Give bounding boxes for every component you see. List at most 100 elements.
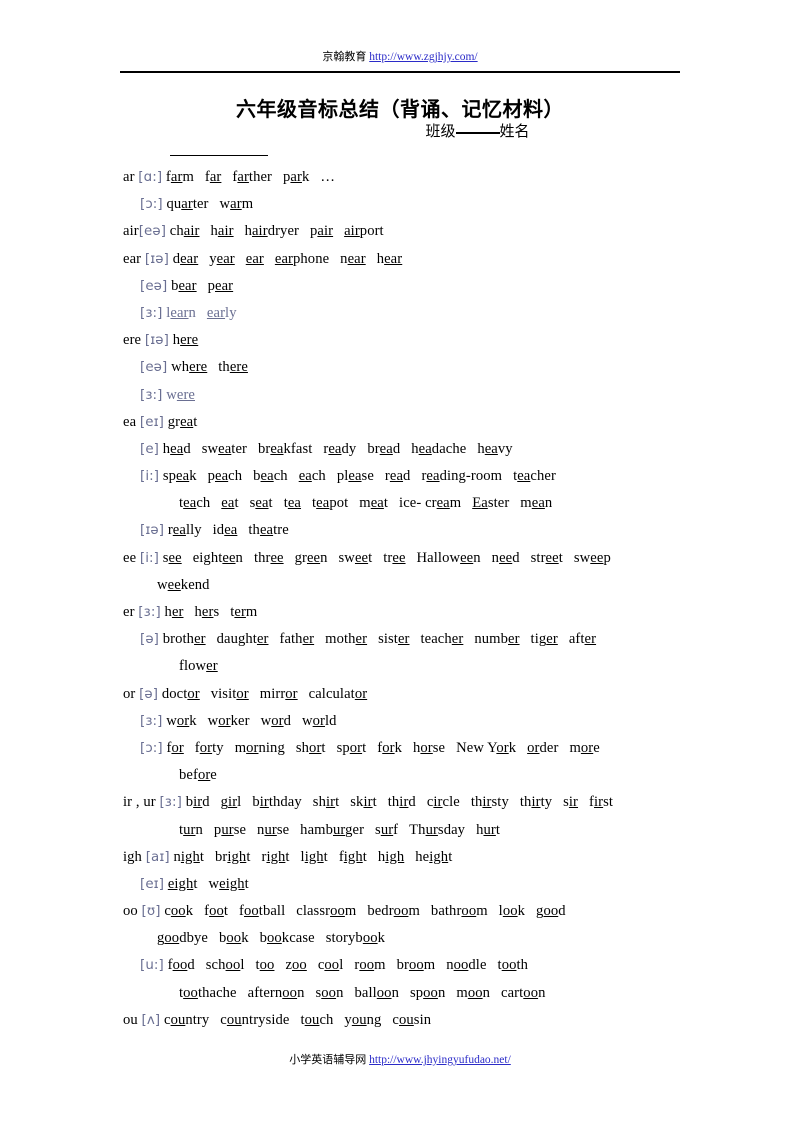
word-underlined-grapheme: ar xyxy=(230,196,242,213)
header-url-link[interactable]: http://www.zgjhjy.com/ xyxy=(369,51,477,63)
word-prefix: m xyxy=(234,739,247,756)
word-underlined-grapheme: ear xyxy=(384,250,403,267)
word-suffix: k xyxy=(394,739,402,756)
word-underlined-grapheme: oo xyxy=(376,984,392,1001)
example-word: hear xyxy=(377,251,403,267)
example-word: girl xyxy=(221,794,242,810)
phonics-line: turn purse nurse hamburger surf Thursday hurt xyxy=(123,817,693,844)
example-word: hamburger xyxy=(300,822,364,838)
word-prefix: b xyxy=(259,930,267,947)
word-underlined-grapheme: ea xyxy=(170,440,184,457)
word-underlined-grapheme: er xyxy=(508,631,520,648)
word-underlined-grapheme: ere xyxy=(189,359,208,376)
phonics-line: ear [ɪə] dear year ear earphone near hear xyxy=(123,246,693,273)
word-underlined-grapheme: or xyxy=(187,685,200,702)
word-underlined-grapheme: ar xyxy=(237,169,249,185)
word-underlined-grapheme: or xyxy=(382,739,395,756)
phonics-line: [e] head sweater breakfast ready bread headac… xyxy=(123,436,693,463)
word-underlined-grapheme: or xyxy=(309,739,322,756)
example-word: word xyxy=(261,713,291,729)
phonetic-symbol: [eɪ] xyxy=(140,876,165,892)
word-underlined-grapheme: ee xyxy=(499,549,513,566)
word-underlined-grapheme: ea xyxy=(418,440,432,457)
word-prefix: th xyxy=(519,794,532,811)
word-prefix: Hallow xyxy=(416,549,461,566)
word-underlined-grapheme: igh xyxy=(385,848,405,865)
word-prefix: broth xyxy=(162,631,195,648)
phonics-line: flower xyxy=(123,653,693,680)
phonics-line: ou [ʌ] country countryside touch young cousi… xyxy=(123,1007,693,1034)
example-word: thirsty xyxy=(471,794,509,810)
example-word: short xyxy=(296,740,326,756)
word-suffix: t xyxy=(268,495,273,512)
phonetic-symbol: [u:] xyxy=(140,958,164,974)
example-word: bathroom xyxy=(431,903,488,919)
word-suffix: st xyxy=(603,794,614,811)
class-blank-field[interactable] xyxy=(455,132,500,134)
word-prefix: w xyxy=(166,712,177,729)
word-suffix: m xyxy=(476,903,488,920)
example-word: world xyxy=(302,713,337,729)
word-suffix: sday xyxy=(437,821,466,838)
phonics-line: air[eə] chair hair hairdryer pair airport xyxy=(123,218,693,245)
word-suffix: t xyxy=(285,848,290,865)
word-underlined-grapheme: ur xyxy=(264,821,277,838)
word-suffix: l xyxy=(240,957,245,974)
word-prefix: sw xyxy=(338,549,355,566)
word-prefix: bedr xyxy=(367,903,394,920)
word-underlined-grapheme: air xyxy=(317,223,334,240)
word-underlined-grapheme: ir xyxy=(433,794,443,811)
phonetic-symbol: [ɪə] xyxy=(144,251,169,267)
example-word: night xyxy=(173,849,204,865)
word-prefix: sw xyxy=(201,440,219,457)
word-underlined-grapheme: oo xyxy=(393,903,409,920)
word-underlined-grapheme: oo xyxy=(164,930,180,947)
word-suffix: e xyxy=(210,767,217,784)
word-suffix: n xyxy=(235,549,243,566)
word-suffix: n xyxy=(473,549,481,566)
phonetic-symbol: [ʌ] xyxy=(141,1012,161,1028)
word-underlined-grapheme: ea xyxy=(316,495,330,512)
word-prefix: classr xyxy=(296,903,331,920)
word-suffix: t xyxy=(448,848,453,865)
example-word: father xyxy=(279,631,314,647)
word-prefix: d xyxy=(172,250,181,267)
word-prefix: h xyxy=(411,440,419,457)
word-suffix: t xyxy=(244,875,249,892)
phonics-line: [ɜ:] were xyxy=(123,382,693,409)
phonetic-symbol: [ɪə] xyxy=(144,333,169,349)
example-word: were xyxy=(166,387,195,403)
example-word: theatre xyxy=(248,522,288,538)
example-word: goodbye xyxy=(157,930,208,946)
word-underlined-grapheme: ur xyxy=(380,821,394,838)
example-word: there xyxy=(218,359,248,375)
example-word: term xyxy=(230,604,257,620)
word-prefix: sw xyxy=(573,549,591,566)
word-suffix: k xyxy=(517,903,526,920)
phonetic-symbol: [eə] xyxy=(140,360,168,376)
footer-url-link[interactable]: http://www.jhyingyufudao.net/ xyxy=(369,1054,511,1066)
example-word: seat xyxy=(250,495,273,511)
example-word: nurse xyxy=(257,822,289,838)
word-underlined-grapheme: or xyxy=(246,739,259,756)
footer-org-name: 小学英语辅导网 xyxy=(289,1053,367,1066)
example-word: where xyxy=(171,359,207,375)
example-word: circle xyxy=(427,794,460,810)
class-name-fill-line: 班级 姓名 xyxy=(0,120,800,141)
word-suffix: n xyxy=(297,984,305,1001)
spelling-pattern-label: or xyxy=(123,685,140,702)
word-prefix: br xyxy=(396,957,409,974)
word-suffix: ch xyxy=(228,468,243,485)
word-suffix: kend xyxy=(180,576,210,593)
word-underlined-grapheme: ir xyxy=(594,794,604,811)
word-suffix: t xyxy=(246,848,251,865)
example-word: eat xyxy=(221,495,238,511)
example-word: turn xyxy=(179,822,203,838)
example-word: teach xyxy=(179,495,210,511)
spelling-pattern-label: air xyxy=(123,223,139,240)
example-word: good xyxy=(536,903,566,919)
word-underlined-grapheme: ea xyxy=(370,495,384,512)
word-suffix: ding-room xyxy=(439,468,503,485)
word-prefix: n xyxy=(491,549,500,566)
word-underlined-grapheme: er xyxy=(201,604,214,620)
